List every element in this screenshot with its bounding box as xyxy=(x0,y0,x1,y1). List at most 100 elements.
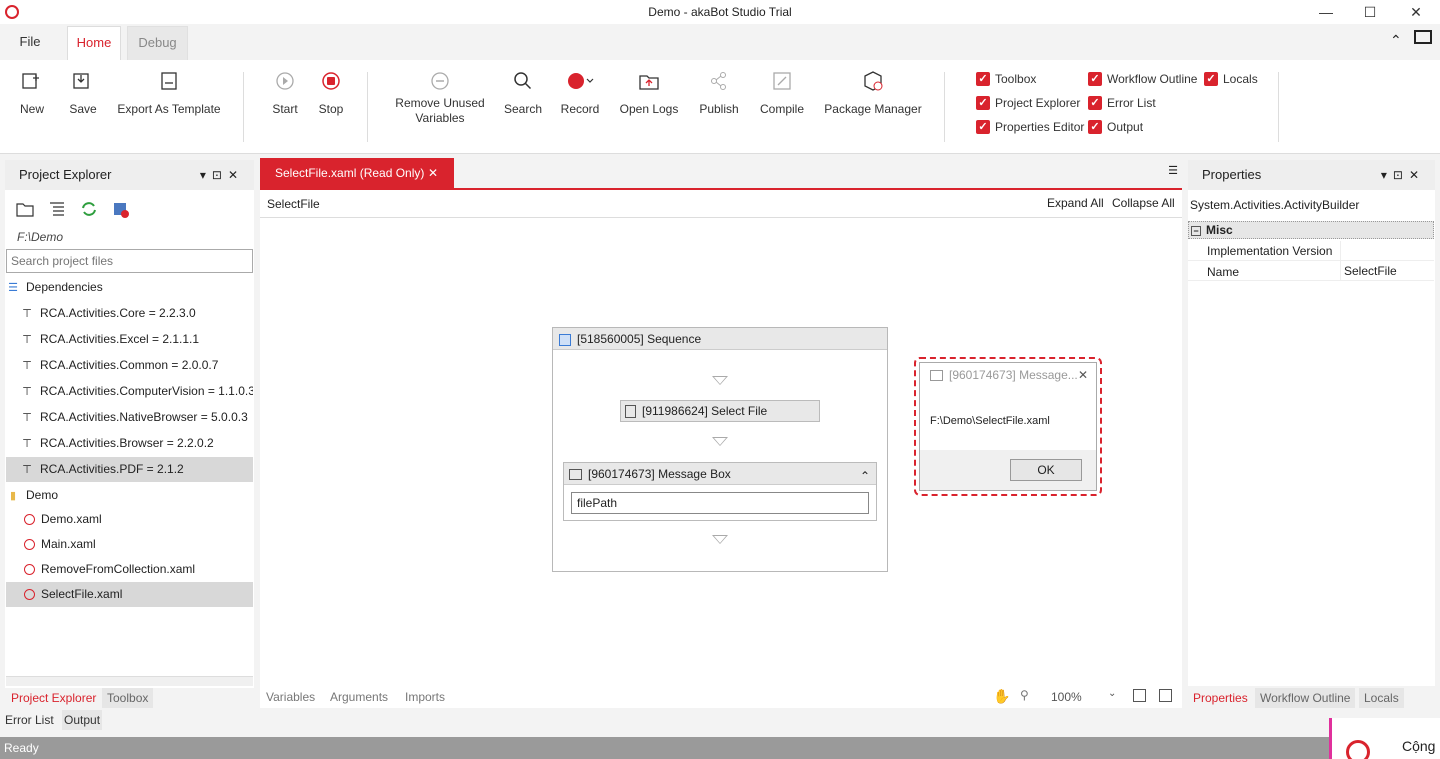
remove-unused-variables-button[interactable]: Remove Unused Variables xyxy=(392,68,488,126)
workflow-outline-checkbox[interactable]: ✓ Workflow Outline xyxy=(1088,70,1197,88)
stop-button[interactable]: Stop xyxy=(314,68,348,117)
message-box-activity[interactable]: [960174673] Message Box ⌃ filePath xyxy=(563,462,877,521)
app-window: Demo - akaBot Studio Trial — ☐ ✕ File Ho… xyxy=(0,0,1440,759)
tree-file[interactable]: SelectFile.xaml xyxy=(6,582,253,607)
share-icon xyxy=(696,68,742,94)
tab-properties[interactable]: Properties xyxy=(1193,688,1248,708)
horizontal-scrollbar[interactable] xyxy=(6,676,253,686)
tab-locals[interactable]: Locals xyxy=(1359,688,1404,708)
overview-icon[interactable] xyxy=(1159,689,1172,702)
dropdown-icon[interactable]: ▾ xyxy=(1381,168,1393,182)
tree-dependency[interactable]: ⊤ RCA.Activities.Excel = 2.1.1.1 xyxy=(6,327,253,352)
expand-all-link[interactable]: Expand All xyxy=(1047,196,1104,210)
tab-workflow-outline[interactable]: Workflow Outline xyxy=(1255,688,1356,708)
property-row[interactable]: Implementation Version xyxy=(1188,241,1434,261)
tab-toolbox[interactable]: Toolbox xyxy=(102,688,154,708)
tree-dependency[interactable]: ⊤ RCA.Activities.Core = 2.2.3.0 xyxy=(6,301,253,326)
sequence-activity[interactable]: [518560005] Sequence [911986624] Select … xyxy=(552,327,888,572)
open-folder-icon[interactable] xyxy=(15,200,35,221)
variables-tab[interactable]: Variables xyxy=(266,687,315,707)
tree-dependencies[interactable]: ☰ Dependencies xyxy=(6,275,253,300)
close-icon[interactable]: ✕ xyxy=(1409,168,1425,182)
window-icon xyxy=(930,370,943,382)
file-icon xyxy=(625,405,636,419)
sequence-icon xyxy=(559,333,571,346)
property-row[interactable]: Name SelectFile xyxy=(1188,261,1434,281)
tree-dependency[interactable]: ⊤ RCA.Activities.ComputerVision = 1.1.0.3 xyxy=(6,379,253,404)
document-tab[interactable]: SelectFile.xaml (Read Only) ✕ xyxy=(260,158,454,188)
tree-dependency[interactable]: ⊤ RCA.Activities.PDF = 2.1.2 xyxy=(6,457,253,482)
panel-controls: ▾⊡✕ xyxy=(200,160,244,190)
collapse-activity-icon[interactable]: ⌃ xyxy=(860,465,870,487)
minimize-button[interactable]: — xyxy=(1316,2,1336,22)
open-logs-button[interactable]: Open Logs xyxy=(618,68,680,117)
arguments-tab[interactable]: Arguments xyxy=(330,687,388,707)
collapse-ribbon-icon[interactable]: ⌃ xyxy=(1390,32,1402,49)
ribbon-separator xyxy=(243,72,244,142)
tab-error-list[interactable]: Error List xyxy=(5,710,54,730)
zoom-level[interactable]: 100% xyxy=(1051,687,1082,707)
check-icon: ✓ xyxy=(1204,72,1218,86)
save-button[interactable]: Save xyxy=(66,68,100,117)
tree-dependency[interactable]: ⊤ RCA.Activities.Common = 2.0.0.7 xyxy=(6,353,253,378)
tree-file[interactable]: Demo.xaml xyxy=(6,507,253,532)
start-button[interactable]: Start xyxy=(268,68,302,117)
close-icon[interactable]: ✕ xyxy=(228,168,244,182)
tab-debug[interactable]: Debug xyxy=(127,26,188,60)
tree-dependency[interactable]: ⊤ RCA.Activities.NativeBrowser = 5.0.0.3 xyxy=(6,405,253,430)
remove-dependency-icon[interactable] xyxy=(111,200,131,221)
zoom-icon[interactable]: ⚲ xyxy=(1020,688,1029,702)
output-checkbox[interactable]: ✓ Output xyxy=(1088,118,1143,136)
tab-file[interactable]: File xyxy=(10,26,50,60)
collapse-all-link[interactable]: Collapse All xyxy=(1112,196,1175,210)
package-icon: ⊤ xyxy=(22,386,32,398)
search-project-input[interactable] xyxy=(6,249,253,273)
akabot-logo-icon xyxy=(1346,740,1370,759)
tab-project-explorer[interactable]: Project Explorer xyxy=(11,688,96,708)
message-text-field[interactable]: filePath xyxy=(571,492,869,514)
ok-button[interactable]: OK xyxy=(1010,459,1082,481)
tree-folder-demo[interactable]: ▮ Demo xyxy=(6,483,253,508)
close-window-button[interactable]: ✕ xyxy=(1406,2,1426,22)
hand-pan-icon[interactable]: ✋ xyxy=(993,688,1010,705)
refresh-icon[interactable] xyxy=(79,200,99,221)
expand-tree-icon[interactable] xyxy=(47,200,67,221)
maximize-button[interactable]: ☐ xyxy=(1360,2,1380,22)
pin-icon[interactable]: ⊡ xyxy=(1393,168,1409,182)
project-explorer-checkbox[interactable]: ✓ Project Explorer xyxy=(976,94,1080,112)
fit-to-screen-icon[interactable] xyxy=(1133,689,1146,702)
toolbox-checkbox[interactable]: ✓ Toolbox xyxy=(976,70,1036,88)
tree-dependency[interactable]: ⊤ RCA.Activities.Browser = 2.2.0.2 xyxy=(6,431,253,456)
collapse-icon[interactable]: − xyxy=(1191,226,1201,236)
properties-editor-checkbox[interactable]: ✓ Properties Editor xyxy=(976,118,1084,136)
new-button[interactable]: New xyxy=(16,68,48,117)
tree-file[interactable]: RemoveFromCollection.xaml xyxy=(6,557,253,582)
search-icon xyxy=(502,68,544,94)
error-list-checkbox[interactable]: ✓ Error List xyxy=(1088,94,1156,112)
package-manager-button[interactable]: Package Manager xyxy=(824,68,922,117)
pin-icon[interactable]: ⊡ xyxy=(212,168,228,182)
breadcrumb[interactable]: SelectFile xyxy=(267,197,320,211)
close-tab-icon[interactable]: ✕ xyxy=(428,158,438,188)
publish-button[interactable]: Publish xyxy=(696,68,742,117)
imports-tab[interactable]: Imports xyxy=(405,687,445,707)
package-icon xyxy=(824,68,922,94)
category-misc[interactable]: − Misc xyxy=(1188,221,1434,239)
select-file-activity[interactable]: [911986624] Select File xyxy=(620,400,820,422)
designer-header: SelectFile Expand All Collapse All xyxy=(260,190,1182,218)
package-icon: ⊤ xyxy=(22,438,32,450)
tab-output[interactable]: Output xyxy=(62,710,103,730)
compile-button[interactable]: Compile xyxy=(758,68,806,117)
record-button[interactable]: Record xyxy=(558,68,602,117)
chat-icon[interactable] xyxy=(1414,30,1432,44)
export-template-button[interactable]: Export As Template xyxy=(116,68,222,117)
dropdown-icon[interactable]: ▾ xyxy=(200,168,212,182)
tree-file[interactable]: Main.xaml xyxy=(6,532,253,557)
tab-home[interactable]: Home xyxy=(67,26,121,60)
notification-popup[interactable]: Cộng xyxy=(1329,718,1440,759)
zoom-dropdown-icon[interactable]: ⌄ xyxy=(1108,688,1116,699)
locals-checkbox[interactable]: ✓ Locals xyxy=(1204,70,1258,88)
dialog-close-icon[interactable]: ✕ xyxy=(1078,363,1088,387)
search-button[interactable]: Search xyxy=(502,68,544,117)
tab-list-icon[interactable]: ☰ xyxy=(1168,164,1178,177)
